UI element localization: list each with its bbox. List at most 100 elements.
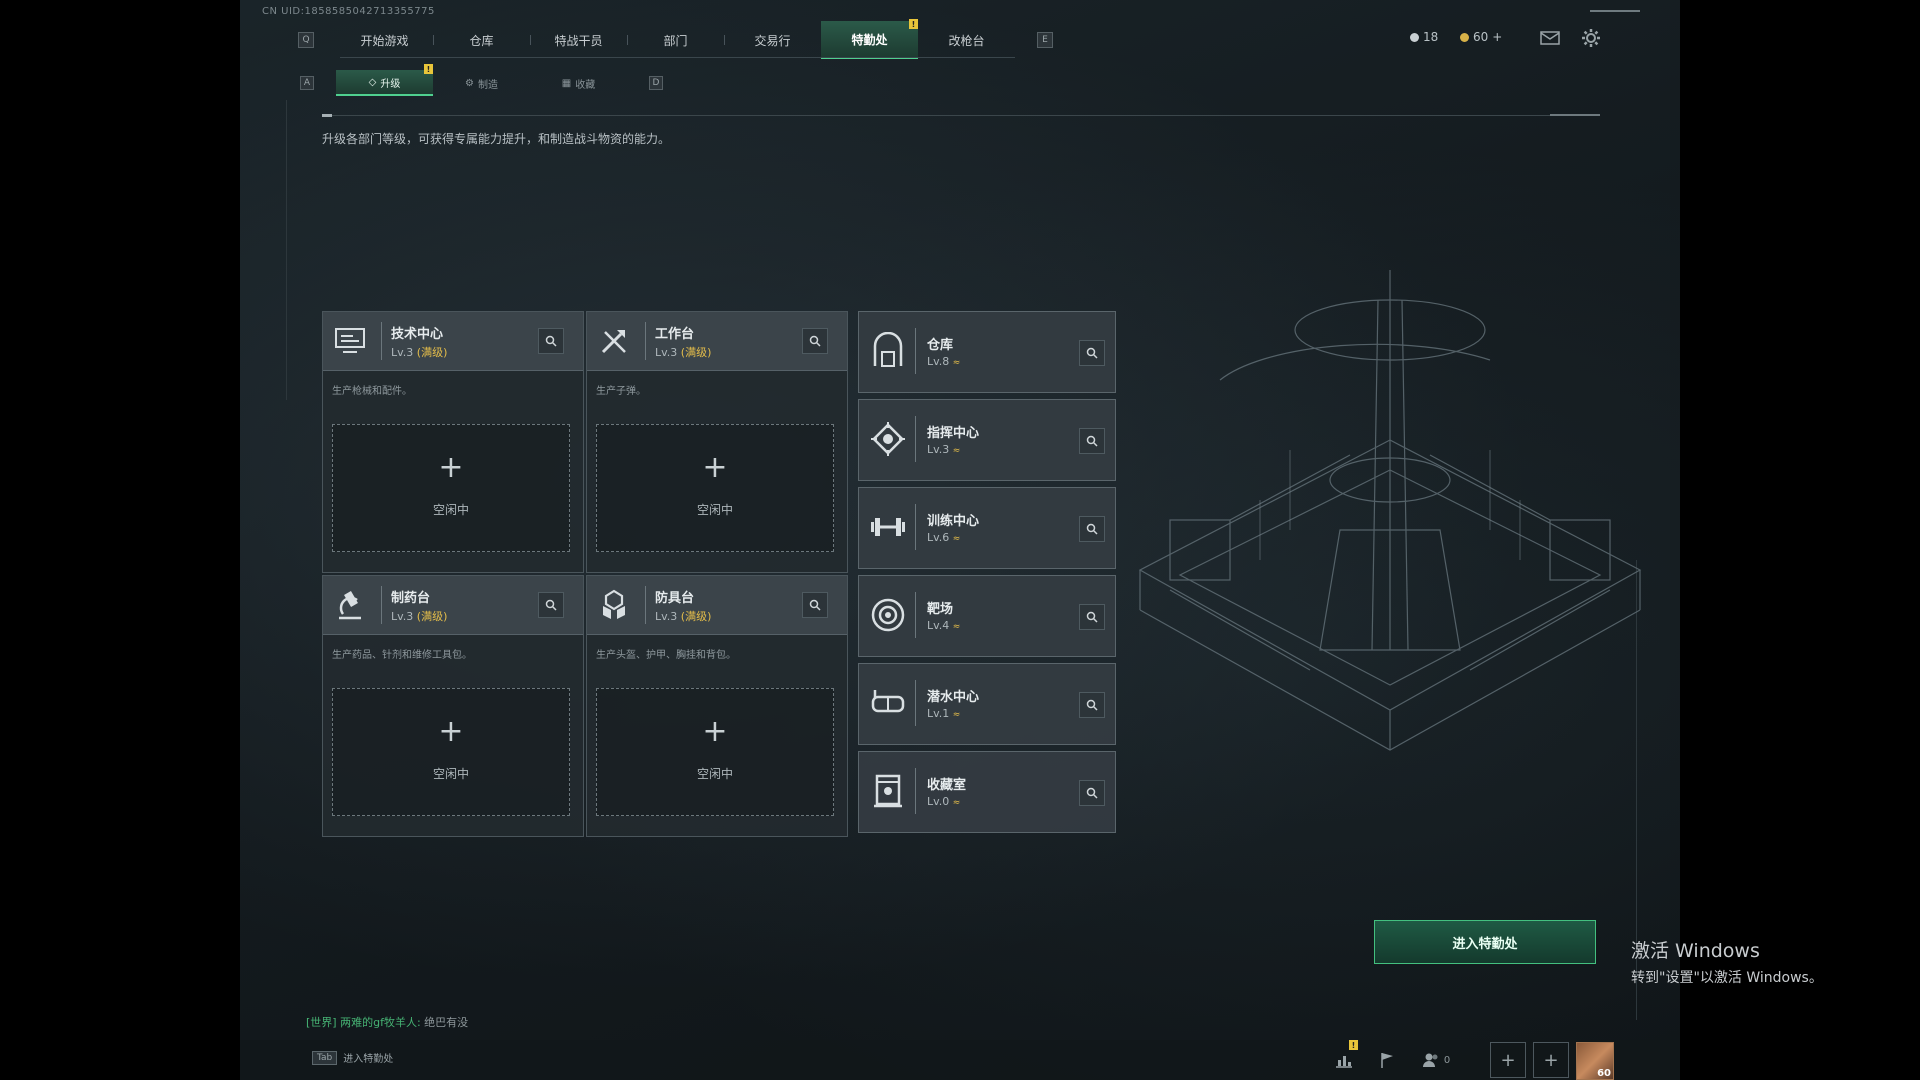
mail-icon[interactable]	[1540, 30, 1560, 50]
subtab-collection[interactable]: ▦ 收藏	[530, 71, 627, 95]
chat-user[interactable]: 两难的gf牧羊人:	[340, 1016, 421, 1029]
subtab-upgrade-label: 升级	[380, 78, 401, 90]
upgrade-arrow-icon: ≈	[952, 622, 961, 632]
tab-warehouse[interactable]: 仓库	[433, 22, 530, 58]
inspect-button[interactable]	[1079, 604, 1105, 630]
level-text: Lv.3	[391, 610, 414, 623]
slot-status: 空闲中	[432, 503, 469, 517]
tab-operators[interactable]: 特战干员	[530, 22, 627, 58]
tab-gunsmith[interactable]: 改枪台	[918, 22, 1015, 58]
player-avatar[interactable]: 60	[1576, 1042, 1614, 1080]
tab-hint[interactable]: Tab 进入特勤处	[312, 1050, 393, 1065]
add-resource-button[interactable]: +	[1492, 30, 1502, 44]
department-row-command-center[interactable]: 指挥中心 Lv.3 ≈	[858, 399, 1116, 481]
add-squad-slot-1[interactable]: +	[1490, 1042, 1526, 1078]
friends-button[interactable]: 0	[1416, 1046, 1456, 1074]
stats-button[interactable]: !	[1330, 1040, 1358, 1074]
subtab-craft[interactable]: ⚙ 制造	[433, 71, 530, 95]
max-level-tag: (满级)	[680, 346, 712, 359]
department-row-training-center[interactable]: 训练中心 Lv.6 ≈	[858, 487, 1116, 569]
search-icon	[1086, 699, 1098, 711]
production-slot[interactable]: + 空闲中	[332, 424, 570, 552]
base-building-illustration	[1138, 270, 1642, 751]
slot-status: 空闲中	[432, 767, 469, 781]
inspect-button[interactable]	[1079, 428, 1105, 454]
subnav-prev-key[interactable]: A	[300, 76, 314, 90]
page-description: 升级各部门等级，可获得专属能力提升，和制造战斗物资的能力。	[322, 132, 671, 146]
settings-gear-icon[interactable]	[1581, 28, 1601, 52]
inspect-button[interactable]	[538, 328, 564, 354]
gold-coin-icon	[1460, 32, 1469, 42]
resource-gold[interactable]: 60 +	[1460, 30, 1502, 44]
sub-nav: A ◇ 升级 ! ⚙ 制造 ▦ 收藏 D	[300, 64, 663, 96]
department-row-diving-center[interactable]: 潜水中心 Lv.1 ≈	[858, 663, 1116, 745]
department-name: 指挥中心	[927, 426, 980, 441]
upgrade-arrow-icon: ≈	[952, 358, 961, 368]
inspect-button[interactable]	[538, 592, 564, 618]
friends-icon	[1422, 1053, 1438, 1067]
workshop-card-tech-center[interactable]: 技术中心 Lv.3 (满级) 生产枪械和配件。 + 空闲中	[322, 311, 584, 573]
flag-button[interactable]	[1373, 1046, 1401, 1074]
tab-start-game[interactable]: 开始游戏	[336, 22, 433, 58]
nav-prev-key[interactable]: Q	[298, 32, 314, 48]
production-slot[interactable]: + 空闲中	[596, 688, 834, 816]
department-row-shooting-range[interactable]: 靶场 Lv.4 ≈	[858, 575, 1116, 657]
plus-icon: +	[438, 714, 464, 749]
resource-gold-value: 60	[1473, 30, 1489, 44]
level-text: Lv.4	[927, 619, 950, 632]
add-squad-slot-2[interactable]: +	[1533, 1042, 1569, 1078]
alert-badge: !	[424, 64, 433, 74]
workshop-card-armor-bench[interactable]: 防具台 Lv.3 (满级) 生产头盔、护甲、胸挂和背包。 + 空闲中	[586, 575, 848, 837]
subtab-upgrade[interactable]: ◇ 升级 !	[336, 64, 433, 96]
department-level: Lv.4 ≈	[927, 619, 960, 632]
production-slot[interactable]: + 空闲中	[332, 688, 570, 816]
tab-trade[interactable]: 交易行	[724, 22, 821, 58]
department-row-warehouse[interactable]: 仓库 Lv.8 ≈	[858, 311, 1116, 393]
nav-next-key[interactable]: E	[1037, 32, 1053, 48]
inspect-button[interactable]	[1079, 780, 1105, 806]
alert-badge: !	[909, 19, 918, 29]
tab-departments[interactable]: 部门	[627, 22, 724, 58]
max-level-tag: (满级)	[416, 610, 448, 623]
nav-underline	[340, 57, 1015, 58]
slot-status: 空闲中	[696, 503, 733, 517]
workshop-name: 技术中心	[391, 327, 444, 342]
card-separator	[381, 586, 382, 624]
chat-channel: [世界]	[306, 1016, 337, 1029]
player-uid: CN UID:1858585042713355775	[262, 6, 435, 17]
level-text: Lv.6	[927, 531, 950, 544]
subtab-collection-label: 收藏	[575, 79, 596, 91]
upgrade-arrow-icon: ≈	[952, 446, 961, 456]
dumbbell-icon	[871, 518, 905, 536]
workshop-name: 防具台	[655, 591, 695, 606]
workshop-level: Lv.3 (满级)	[655, 344, 711, 360]
plus-icon: +	[1500, 1049, 1516, 1071]
production-slot[interactable]: + 空闲中	[596, 424, 834, 552]
search-icon	[1086, 435, 1098, 447]
upgrade-arrow-icon: ≈	[952, 798, 961, 808]
chat-message: 绝巴有没	[424, 1016, 469, 1029]
subtab-craft-label: 制造	[477, 79, 498, 91]
department-name: 仓库	[927, 338, 954, 353]
department-name: 收藏室	[927, 778, 967, 793]
inspect-button[interactable]	[802, 328, 828, 354]
diving-mask-icon	[871, 690, 905, 713]
subnav-next-key[interactable]: D	[649, 76, 663, 90]
silver-coin-icon	[1410, 32, 1419, 42]
department-row-collection-room[interactable]: 收藏室 Lv.0 ≈	[858, 751, 1116, 833]
inspect-button[interactable]	[802, 592, 828, 618]
row-separator	[915, 592, 916, 638]
workshop-name: 工作台	[655, 327, 695, 342]
workshop-card-workbench[interactable]: 工作台 Lv.3 (满级) 生产子弹。 + 空闲中	[586, 311, 848, 573]
trophy-case-icon	[874, 774, 902, 808]
row-separator	[915, 768, 916, 814]
workshop-card-pharmacy[interactable]: 制药台 Lv.3 (满级) 生产药品、针剂和维修工具包。 + 空闲中	[322, 575, 584, 837]
world-chat-line[interactable]: [世界] 两难的gf牧羊人: 绝巴有没	[306, 1014, 468, 1030]
tab-special-ops[interactable]: 特勤处 !	[821, 19, 918, 59]
inspect-button[interactable]	[1079, 516, 1105, 542]
enter-special-ops-button[interactable]: 进入特勤处	[1374, 920, 1596, 964]
search-icon	[545, 335, 557, 347]
tab-key: Tab	[312, 1050, 338, 1065]
inspect-button[interactable]	[1079, 340, 1105, 366]
inspect-button[interactable]	[1079, 692, 1105, 718]
